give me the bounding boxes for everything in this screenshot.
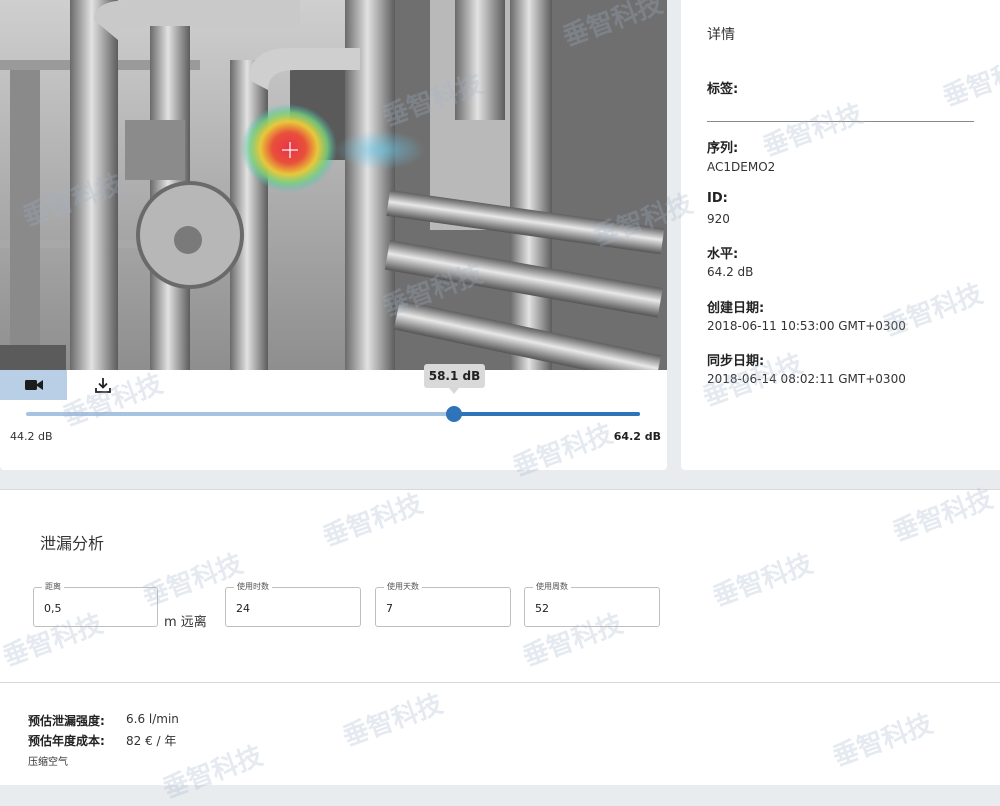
slider-value-tooltip: 58.1 dB (424, 364, 485, 394)
sync-date-value: 2018-06-14 08:02:11 GMT+0300 (707, 372, 906, 386)
db-slider-thumb[interactable] (446, 406, 462, 422)
created-date-label: 创建日期: (707, 301, 765, 316)
hours-field[interactable]: 使用时数 24 (225, 581, 361, 627)
hours-field-label: 使用时数 (234, 581, 272, 592)
acoustic-image-viewer: 58.1 dB 44.2 dB 64.2 dB (0, 0, 667, 470)
slider-max-label: 64.2 dB (613, 430, 661, 443)
tags-input-underline[interactable] (707, 121, 974, 122)
camera-heatmap-image (0, 0, 667, 370)
distance-field-value: 0,5 (44, 602, 62, 615)
days-field-label: 使用天数 (384, 581, 422, 592)
details-panel: 详情 标签: 序列: AC1DEMO2 ID: 920 水平: 64.2 dB … (681, 0, 1000, 470)
weeks-field[interactable]: 使用周数 52 (524, 581, 660, 627)
level-label: 水平: (707, 247, 739, 262)
id-value: 920 (707, 212, 730, 226)
leak-analysis-title: 泄漏分析 (40, 534, 105, 553)
download-button[interactable] (80, 370, 126, 400)
tags-label: 标签: (707, 82, 739, 97)
annual-cost-label: 预估年度成本: (28, 734, 105, 748)
details-title: 详情 (707, 27, 735, 43)
annual-cost-value: 82 € / 年 (126, 734, 177, 748)
hours-field-value: 24 (236, 602, 250, 615)
slider-min-label: 44.2 dB (10, 430, 53, 443)
created-date-value: 2018-06-11 10:53:00 GMT+0300 (707, 319, 906, 333)
distance-field-label: 距离 (42, 581, 64, 592)
weeks-field-label: 使用周数 (533, 581, 571, 592)
leak-analysis-panel: 泄漏分析 距离 0,5 m 远离 使用时数 24 使用天数 7 使用周数 52 … (0, 489, 1000, 785)
download-icon (95, 378, 111, 393)
leak-strength-label: 预估泄漏强度: (28, 714, 105, 728)
sync-date-label: 同步日期: (707, 354, 765, 369)
id-label: ID: (707, 191, 728, 206)
distance-field[interactable]: 距离 0,5 (33, 581, 158, 627)
section-divider (0, 682, 1000, 683)
sequence-label: 序列: (707, 141, 739, 156)
gas-type: 压缩空气 (28, 757, 68, 768)
db-slider-fill (454, 412, 640, 416)
sequence-value: AC1DEMO2 (707, 160, 776, 174)
weeks-field-value: 52 (535, 602, 549, 615)
camera-view-button[interactable] (0, 370, 67, 400)
leak-strength-value: 6.6 l/min (126, 712, 179, 726)
video-camera-icon (24, 380, 43, 390)
level-value: 64.2 dB (707, 265, 754, 279)
days-field-value: 7 (386, 602, 393, 615)
days-field[interactable]: 使用天数 7 (375, 581, 511, 627)
distance-unit: m 远离 (164, 615, 207, 630)
